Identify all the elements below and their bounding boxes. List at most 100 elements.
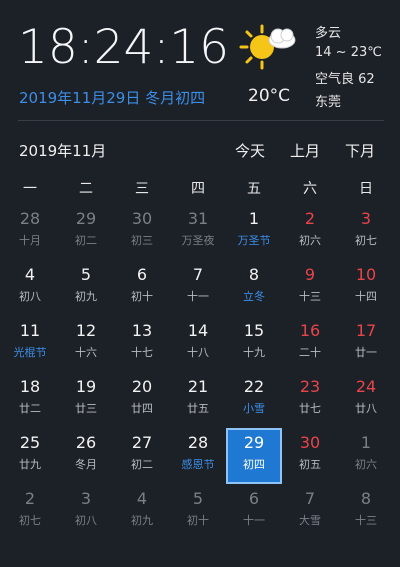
- day-number: 15: [243, 321, 265, 340]
- air-quality: 空气良 62: [315, 72, 375, 87]
- calendar-day-cell[interactable]: 8 立冬: [226, 260, 282, 316]
- city-name: 东莞: [315, 95, 342, 110]
- lunar-date: 立冬: [243, 290, 265, 303]
- calendar-day-cell[interactable]: 3 初七: [338, 204, 394, 260]
- lunar-date: 二十: [299, 346, 321, 359]
- lunar-date: 廿一: [355, 346, 377, 359]
- prev-month-button[interactable]: 上月: [290, 140, 320, 161]
- lunar-date: 初三: [131, 234, 153, 247]
- lunar-date: 初九: [75, 290, 97, 303]
- calendar-day-cell[interactable]: 5 初九: [58, 260, 114, 316]
- day-number: 6: [248, 489, 260, 508]
- lunar-date: 初四: [243, 458, 265, 471]
- day-number: 17: [355, 321, 377, 340]
- lunar-date: 廿八: [355, 402, 377, 415]
- weekday-label: 六: [303, 181, 317, 197]
- calendar-day-cell[interactable]: 24 廿八: [338, 372, 394, 428]
- day-number: 1: [248, 209, 260, 228]
- sun-cloud-icon: [239, 24, 296, 70]
- lunar-date: 十月: [19, 234, 41, 247]
- calendar-day-cell[interactable]: 15 十九: [226, 316, 282, 372]
- day-number: 1: [360, 433, 372, 452]
- calendar-day-cell[interactable]: 29 初二: [58, 204, 114, 260]
- calendar-day-cell[interactable]: 8 十三: [338, 484, 394, 540]
- calendar-day-cell[interactable]: 28 十月: [2, 204, 58, 260]
- lunar-date: 廿九: [19, 458, 41, 471]
- day-number: 25: [19, 433, 41, 452]
- calendar-day-cell[interactable]: 25 廿九: [2, 428, 58, 484]
- calendar-day-cell[interactable]: 20 廿四: [114, 372, 170, 428]
- calendar-day-cell[interactable]: 14 十八: [170, 316, 226, 372]
- lunar-date: 十九: [243, 346, 265, 359]
- lunar-date: 十八: [187, 346, 209, 359]
- day-number: 31: [187, 209, 209, 228]
- lunar-date: 廿三: [75, 402, 97, 415]
- calendar-day-cell[interactable]: 6 十一: [226, 484, 282, 540]
- lunar-date: 大雪: [299, 514, 321, 527]
- calendar-day-cell[interactable]: 3 初八: [58, 484, 114, 540]
- weekday-label: 四: [191, 181, 205, 197]
- calendar-day-cell[interactable]: 13 十七: [114, 316, 170, 372]
- weekday-label: 五: [247, 181, 261, 197]
- calendar-day-cell[interactable]: 10 十四: [338, 260, 394, 316]
- day-number: 16: [299, 321, 321, 340]
- day-number: 11: [19, 321, 41, 340]
- lunar-date: 十三: [299, 290, 321, 303]
- day-number: 4: [136, 489, 148, 508]
- calendar-day-cell[interactable]: 17 廿一: [338, 316, 394, 372]
- day-number: 26: [75, 433, 97, 452]
- calendar-day-cell[interactable]: 1 初六: [338, 428, 394, 484]
- lunar-date: 初六: [299, 234, 321, 247]
- full-date-label[interactable]: 2019年11月29日 冬月初四: [19, 87, 205, 108]
- day-number: 5: [192, 489, 204, 508]
- calendar-day-cell[interactable]: 16 二十: [282, 316, 338, 372]
- calendar-day-cell[interactable]: 23 廿七: [282, 372, 338, 428]
- calendar-day-cell[interactable]: 7 十一: [170, 260, 226, 316]
- calendar-day-cell[interactable]: 30 初五: [282, 428, 338, 484]
- lunar-date: 光棍节: [13, 346, 47, 359]
- calendar-day-cell[interactable]: 1 万圣节: [226, 204, 282, 260]
- day-number: 3: [80, 489, 92, 508]
- calendar-day-cell[interactable]: 27 初二: [114, 428, 170, 484]
- day-number: 22: [243, 377, 265, 396]
- calendar-day-cell[interactable]: 11 光棍节: [2, 316, 58, 372]
- lunar-date: 初八: [19, 290, 41, 303]
- calendar-day-cell[interactable]: 22 小雪: [226, 372, 282, 428]
- temperature-range: 14 ~ 23℃: [315, 45, 382, 60]
- calendar-day-cell[interactable]: 28 感恩节: [170, 428, 226, 484]
- day-number: 4: [24, 265, 36, 284]
- day-number: 3: [360, 209, 372, 228]
- day-number: 10: [355, 265, 377, 284]
- calendar-day-cell[interactable]: 26 冬月: [58, 428, 114, 484]
- calendar-day-cell[interactable]: 30 初三: [114, 204, 170, 260]
- calendar-day-cell[interactable]: 18 廿二: [2, 372, 58, 428]
- day-number: 23: [299, 377, 321, 396]
- calendar-day-cell[interactable]: 31 万圣夜: [170, 204, 226, 260]
- calendar-day-cell[interactable]: 7 大雪: [282, 484, 338, 540]
- lunar-date: 十四: [355, 290, 377, 303]
- day-number: 19: [75, 377, 97, 396]
- today-button[interactable]: 今天: [235, 140, 265, 161]
- calendar-day-cell[interactable]: 4 初九: [114, 484, 170, 540]
- lunar-date: 初十: [187, 514, 209, 527]
- calendar-day-cell[interactable]: 19 廿三: [58, 372, 114, 428]
- temperature: 20°C: [248, 86, 291, 106]
- day-number: 30: [299, 433, 321, 452]
- calendar-day-cell[interactable]: 12 十六: [58, 316, 114, 372]
- calendar-day-cell-selected[interactable]: 29 初四: [226, 428, 282, 484]
- lunar-date: 初六: [355, 458, 377, 471]
- calendar-day-cell[interactable]: 9 十三: [282, 260, 338, 316]
- next-month-button[interactable]: 下月: [345, 140, 375, 161]
- lunar-date: 初二: [131, 458, 153, 471]
- calendar-day-cell[interactable]: 6 初十: [114, 260, 170, 316]
- day-number: 20: [131, 377, 153, 396]
- calendar-day-cell[interactable]: 2 初六: [282, 204, 338, 260]
- calendar-day-cell[interactable]: 4 初八: [2, 260, 58, 316]
- calendar-grid: 28 十月 29 初二 30 初三 31 万圣夜 1 万圣节 2 初六 3 初七 4 初八 5 初九 6 初十 7 十一 8…: [2, 204, 394, 540]
- calendar-day-cell[interactable]: 21 廿五: [170, 372, 226, 428]
- calendar-day-cell[interactable]: 5 初十: [170, 484, 226, 540]
- day-number: 28: [187, 433, 209, 452]
- weather-description: 多云: [315, 26, 342, 41]
- day-number: 14: [187, 321, 209, 340]
- calendar-day-cell[interactable]: 2 初七: [2, 484, 58, 540]
